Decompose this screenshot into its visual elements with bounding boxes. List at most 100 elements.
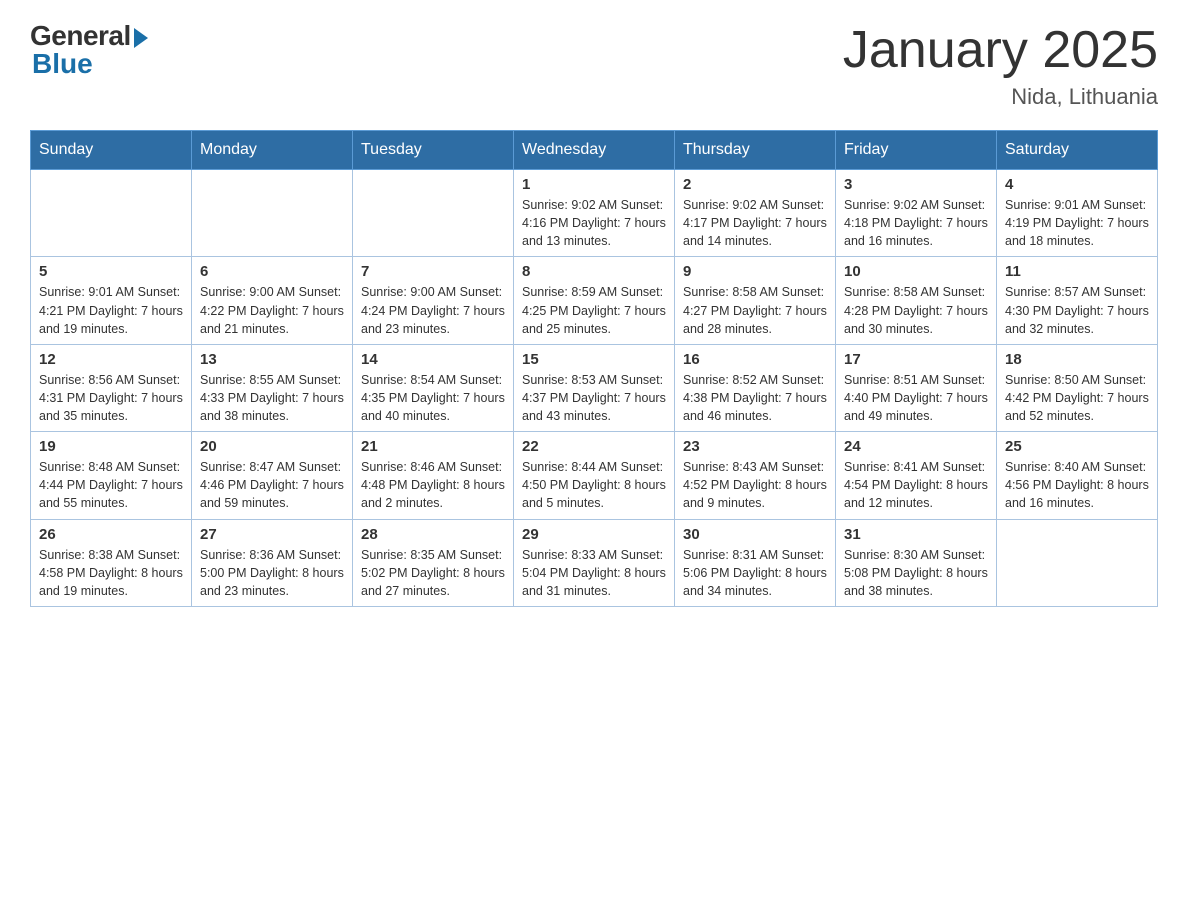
day-info: Sunrise: 8:35 AM Sunset: 5:02 PM Dayligh…: [361, 546, 505, 600]
day-number: 27: [200, 526, 344, 543]
calendar-cell: 30Sunrise: 8:31 AM Sunset: 5:06 PM Dayli…: [675, 519, 836, 606]
weekday-header-saturday: Saturday: [997, 131, 1158, 170]
day-info: Sunrise: 8:52 AM Sunset: 4:38 PM Dayligh…: [683, 371, 827, 425]
weekday-header-monday: Monday: [192, 131, 353, 170]
weekday-header-friday: Friday: [836, 131, 997, 170]
day-info: Sunrise: 8:43 AM Sunset: 4:52 PM Dayligh…: [683, 458, 827, 512]
day-number: 28: [361, 526, 505, 543]
calendar-cell: 23Sunrise: 8:43 AM Sunset: 4:52 PM Dayli…: [675, 432, 836, 519]
calendar-cell: 27 Sunrise: 8:36 AM Sunset: 5:00 PM Dayli…: [192, 519, 353, 606]
day-info: Sunrise: 8:36 AM Sunset: 5:00 PM Dayligh…: [200, 546, 344, 600]
calendar-cell: 18 Sunrise: 8:50 AM Sunset: 4:42 PM Dayli…: [997, 344, 1158, 431]
day-number: 22: [522, 438, 666, 455]
logo-arrow-icon: [134, 28, 148, 48]
calendar-cell: 6 Sunrise: 9:00 AM Sunset: 4:22 PM Daylig…: [192, 257, 353, 344]
day-number: 21: [361, 438, 505, 455]
calendar-subtitle: Nida, Lithuania: [843, 84, 1158, 110]
calendar-cell: 19 Sunrise: 8:48 AM Sunset: 4:44 PM Dayli…: [31, 432, 192, 519]
weekday-header-sunday: Sunday: [31, 131, 192, 170]
calendar-cell: 13Sunrise: 8:55 AM Sunset: 4:33 PM Dayli…: [192, 344, 353, 431]
day-number: 19: [39, 438, 183, 455]
day-info: Sunrise: 9:02 AM Sunset: 4:17 PM Dayligh…: [683, 196, 827, 250]
calendar-cell: 2Sunrise: 9:02 AM Sunset: 4:17 PM Daylig…: [675, 170, 836, 257]
calendar-cell: 26Sunrise: 8:38 AM Sunset: 4:58 PM Dayli…: [31, 519, 192, 606]
day-number: 3: [844, 176, 988, 193]
day-info: Sunrise: 9:01 AM Sunset: 4:21 PM Dayligh…: [39, 283, 183, 337]
day-number: 10: [844, 263, 988, 280]
calendar-cell: 17 Sunrise: 8:51 AM Sunset: 4:40 PM Dayli…: [836, 344, 997, 431]
day-info: Sunrise: 8:50 AM Sunset: 4:42 PM Dayligh…: [1005, 371, 1149, 425]
day-number: 5: [39, 263, 183, 280]
day-info: Sunrise: 8:58 AM Sunset: 4:28 PM Dayligh…: [844, 283, 988, 337]
page-header: General Blue January 2025 Nida, Lithuani…: [30, 20, 1158, 110]
day-info: Sunrise: 9:02 AM Sunset: 4:16 PM Dayligh…: [522, 196, 666, 250]
calendar-cell: 5 Sunrise: 9:01 AM Sunset: 4:21 PM Daylig…: [31, 257, 192, 344]
day-number: 25: [1005, 438, 1149, 455]
day-info: Sunrise: 9:00 AM Sunset: 4:22 PM Dayligh…: [200, 283, 344, 337]
calendar-cell: 4 Sunrise: 9:01 AM Sunset: 4:19 PM Daylig…: [997, 170, 1158, 257]
calendar-cell: 25 Sunrise: 8:40 AM Sunset: 4:56 PM Dayli…: [997, 432, 1158, 519]
day-info: Sunrise: 8:44 AM Sunset: 4:50 PM Dayligh…: [522, 458, 666, 512]
day-number: 16: [683, 351, 827, 368]
day-number: 24: [844, 438, 988, 455]
week-row-2: 5 Sunrise: 9:01 AM Sunset: 4:21 PM Daylig…: [31, 257, 1158, 344]
calendar-cell: [997, 519, 1158, 606]
day-info: Sunrise: 9:02 AM Sunset: 4:18 PM Dayligh…: [844, 196, 988, 250]
week-row-4: 19 Sunrise: 8:48 AM Sunset: 4:44 PM Dayli…: [31, 432, 1158, 519]
day-number: 31: [844, 526, 988, 543]
title-block: January 2025 Nida, Lithuania: [843, 20, 1158, 110]
day-number: 20: [200, 438, 344, 455]
day-info: Sunrise: 9:01 AM Sunset: 4:19 PM Dayligh…: [1005, 196, 1149, 250]
calendar-cell: [353, 170, 514, 257]
calendar-cell: 11 Sunrise: 8:57 AM Sunset: 4:30 PM Dayli…: [997, 257, 1158, 344]
day-number: 29: [522, 526, 666, 543]
day-info: Sunrise: 8:51 AM Sunset: 4:40 PM Dayligh…: [844, 371, 988, 425]
calendar-cell: 21 Sunrise: 8:46 AM Sunset: 4:48 PM Dayli…: [353, 432, 514, 519]
day-info: Sunrise: 8:59 AM Sunset: 4:25 PM Dayligh…: [522, 283, 666, 337]
calendar-cell: 1 Sunrise: 9:02 AM Sunset: 4:16 PM Daylig…: [514, 170, 675, 257]
calendar-cell: [192, 170, 353, 257]
calendar-cell: 15Sunrise: 8:53 AM Sunset: 4:37 PM Dayli…: [514, 344, 675, 431]
day-info: Sunrise: 8:55 AM Sunset: 4:33 PM Dayligh…: [200, 371, 344, 425]
day-info: Sunrise: 8:54 AM Sunset: 4:35 PM Dayligh…: [361, 371, 505, 425]
day-info: Sunrise: 9:00 AM Sunset: 4:24 PM Dayligh…: [361, 283, 505, 337]
day-number: 4: [1005, 176, 1149, 193]
calendar-cell: 8 Sunrise: 8:59 AM Sunset: 4:25 PM Daylig…: [514, 257, 675, 344]
weekday-header-wednesday: Wednesday: [514, 131, 675, 170]
day-info: Sunrise: 8:31 AM Sunset: 5:06 PM Dayligh…: [683, 546, 827, 600]
day-info: Sunrise: 8:47 AM Sunset: 4:46 PM Dayligh…: [200, 458, 344, 512]
weekday-header-tuesday: Tuesday: [353, 131, 514, 170]
day-number: 17: [844, 351, 988, 368]
calendar-title: January 2025: [843, 20, 1158, 80]
day-number: 7: [361, 263, 505, 280]
weekday-header-row: SundayMondayTuesdayWednesdayThursdayFrid…: [31, 131, 1158, 170]
day-info: Sunrise: 8:48 AM Sunset: 4:44 PM Dayligh…: [39, 458, 183, 512]
logo: General Blue: [30, 20, 148, 80]
weekday-header-thursday: Thursday: [675, 131, 836, 170]
day-number: 1: [522, 176, 666, 193]
day-info: Sunrise: 8:38 AM Sunset: 4:58 PM Dayligh…: [39, 546, 183, 600]
week-row-5: 26Sunrise: 8:38 AM Sunset: 4:58 PM Dayli…: [31, 519, 1158, 606]
calendar-cell: 7 Sunrise: 9:00 AM Sunset: 4:24 PM Daylig…: [353, 257, 514, 344]
day-number: 18: [1005, 351, 1149, 368]
calendar-cell: 12Sunrise: 8:56 AM Sunset: 4:31 PM Dayli…: [31, 344, 192, 431]
week-row-1: 1 Sunrise: 9:02 AM Sunset: 4:16 PM Daylig…: [31, 170, 1158, 257]
day-info: Sunrise: 8:46 AM Sunset: 4:48 PM Dayligh…: [361, 458, 505, 512]
day-number: 14: [361, 351, 505, 368]
calendar-cell: 20 Sunrise: 8:47 AM Sunset: 4:46 PM Dayli…: [192, 432, 353, 519]
week-row-3: 12Sunrise: 8:56 AM Sunset: 4:31 PM Dayli…: [31, 344, 1158, 431]
day-info: Sunrise: 8:40 AM Sunset: 4:56 PM Dayligh…: [1005, 458, 1149, 512]
calendar-cell: 29Sunrise: 8:33 AM Sunset: 5:04 PM Dayli…: [514, 519, 675, 606]
day-number: 11: [1005, 263, 1149, 280]
day-number: 9: [683, 263, 827, 280]
calendar-cell: 3 Sunrise: 9:02 AM Sunset: 4:18 PM Daylig…: [836, 170, 997, 257]
logo-blue-text: Blue: [32, 48, 93, 80]
calendar-cell: [31, 170, 192, 257]
day-info: Sunrise: 8:58 AM Sunset: 4:27 PM Dayligh…: [683, 283, 827, 337]
day-info: Sunrise: 8:57 AM Sunset: 4:30 PM Dayligh…: [1005, 283, 1149, 337]
day-number: 8: [522, 263, 666, 280]
day-number: 6: [200, 263, 344, 280]
calendar-cell: 16 Sunrise: 8:52 AM Sunset: 4:38 PM Dayli…: [675, 344, 836, 431]
calendar-cell: 24Sunrise: 8:41 AM Sunset: 4:54 PM Dayli…: [836, 432, 997, 519]
calendar-cell: 28 Sunrise: 8:35 AM Sunset: 5:02 PM Dayli…: [353, 519, 514, 606]
